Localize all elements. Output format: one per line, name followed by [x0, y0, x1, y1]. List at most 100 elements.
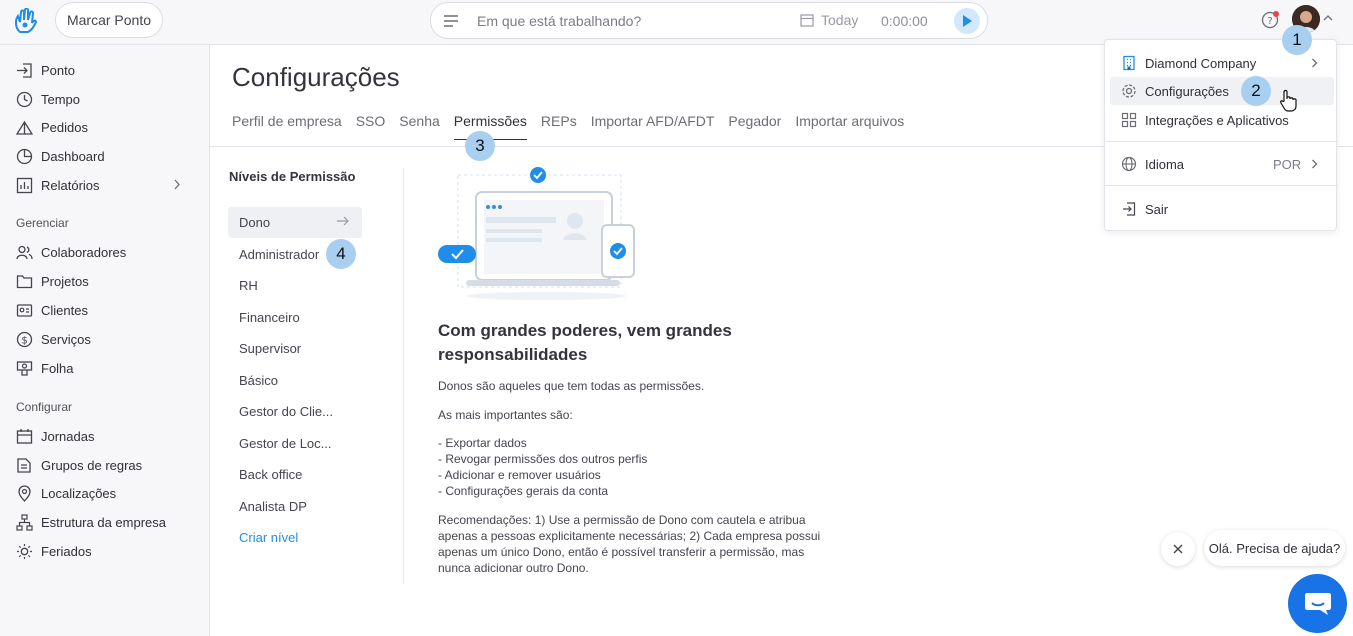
- sidebar-item-label: Serviços: [41, 331, 91, 347]
- card-icon: [16, 303, 33, 317]
- sidebar-item-feriados[interactable]: Feriados: [16, 540, 92, 562]
- calendar-icon[interactable]: [800, 13, 814, 27]
- sidebar-item-colaboradores[interactable]: Colaboradores: [16, 241, 126, 263]
- users-icon: [16, 245, 33, 259]
- user-dropdown-menu: Diamond Company Configurações Integraçõe…: [1104, 39, 1338, 231]
- help-icon[interactable]: ?: [1261, 11, 1279, 29]
- close-icon: [1173, 544, 1183, 554]
- chevron-up-icon[interactable]: [1323, 14, 1333, 21]
- level-item-analista-dp[interactable]: Analista DP: [239, 499, 307, 514]
- date-label[interactable]: Today: [821, 12, 858, 28]
- level-item-rh[interactable]: RH: [239, 278, 258, 293]
- create-level-link[interactable]: Criar nível: [239, 530, 298, 545]
- step-badge-3: 3: [465, 131, 495, 161]
- level-item-administrador[interactable]: Administrador: [239, 247, 319, 262]
- level-item-financeiro[interactable]: Financeiro: [239, 310, 300, 325]
- sidebar-item-grupos-de-regras[interactable]: Grupos de regras: [16, 454, 142, 476]
- tab-sso[interactable]: SSO: [356, 113, 386, 140]
- sidebar-item-relatorios[interactable]: Relatórios: [16, 174, 100, 196]
- sidebar-item-label: Dashboard: [41, 148, 105, 164]
- rules-icon: [17, 457, 31, 473]
- sidebar-item-jornadas[interactable]: Jornadas: [16, 425, 94, 447]
- time-tracker-bar: Em que está trabalhando? Today 0:00:00: [430, 2, 988, 39]
- chat-launcher-button[interactable]: [1288, 574, 1347, 633]
- detail-bullet: - Configurações gerais da conta: [438, 484, 609, 498]
- sidebar-item-label: Grupos de regras: [41, 457, 143, 473]
- chat-icon: [1304, 592, 1331, 615]
- detail-recommendation: Recomendações: 1) Use a permissão de Don…: [438, 513, 821, 575]
- step-badge-4: 4: [326, 239, 356, 269]
- level-item-gestor-local[interactable]: Gestor de Loc...: [239, 436, 332, 451]
- sidebar-item-dashboard[interactable]: Dashboard: [16, 145, 105, 167]
- chat-close-button[interactable]: [1161, 532, 1195, 566]
- clock-icon: [16, 91, 33, 107]
- tab-importar-afd[interactable]: Importar AFD/AFDT: [591, 113, 715, 140]
- level-item-dono[interactable]: Dono: [239, 215, 270, 230]
- org-icon: [16, 513, 33, 531]
- settings-tabs: Perfil de empresa SSO Senha Permissões R…: [232, 113, 904, 140]
- levels-divider: [403, 168, 404, 584]
- pie-chart-icon: [16, 148, 33, 164]
- detail-intro: Donos são aqueles que tem todas as permi…: [438, 379, 705, 393]
- step-badge-1: 1: [1282, 25, 1312, 55]
- svg-text:$: $: [21, 335, 27, 346]
- tab-reps[interactable]: REPs: [541, 113, 577, 140]
- detail-bullet: - Exportar dados: [438, 436, 527, 450]
- description-icon: [444, 15, 458, 27]
- menu-item-label: Configurações: [1145, 84, 1229, 99]
- sidebar-item-label: Jornadas: [41, 428, 95, 444]
- menu-item-idioma[interactable]: Idioma POR: [1105, 150, 1338, 178]
- sidebar-item-label: Localizações: [41, 485, 117, 501]
- dollar-icon: $: [16, 331, 33, 347]
- sidebar-item-clientes[interactable]: Clientes: [16, 299, 88, 321]
- grid-icon: [1121, 112, 1137, 128]
- menu-item-label: Idioma: [1145, 157, 1185, 172]
- level-item-supervisor[interactable]: Supervisor: [239, 341, 301, 356]
- sidebar-item-ponto[interactable]: Ponto: [16, 59, 75, 81]
- menu-item-integracoes[interactable]: Integrações e Aplicativos: [1105, 106, 1338, 134]
- menu-divider: [1105, 141, 1338, 142]
- sidebar-item-folha[interactable]: Folha: [16, 357, 74, 379]
- tab-importar-arquivos[interactable]: Importar arquivos: [795, 113, 904, 140]
- tracker-input[interactable]: Em que está trabalhando?: [477, 13, 641, 29]
- money-icon: [16, 360, 33, 376]
- tab-perfil-de-empresa[interactable]: Perfil de empresa: [232, 113, 342, 140]
- sun-icon: [17, 543, 32, 559]
- marcar-ponto-button[interactable]: Marcar Ponto: [55, 2, 163, 38]
- gear-icon: [1122, 84, 1136, 98]
- play-icon: [963, 15, 972, 27]
- chevron-right-icon: [1312, 58, 1318, 68]
- chevron-right-icon[interactable]: [173, 179, 181, 190]
- detail-important: As mais importantes são:: [438, 408, 573, 422]
- levels-title: Níveis de Permissão: [229, 169, 356, 184]
- menu-item-sair[interactable]: Sair: [1105, 195, 1338, 223]
- level-item-gestor-cliente[interactable]: Gestor do Clie...: [239, 404, 333, 419]
- folder-icon: [16, 274, 33, 288]
- sidebar-item-localizacoes[interactable]: Localizações: [16, 482, 116, 504]
- sidebar-item-label: Feriados: [41, 543, 92, 559]
- tab-pegador[interactable]: Pegador: [728, 113, 781, 140]
- menu-divider: [1105, 185, 1338, 186]
- menu-item-label: Diamond Company: [1145, 56, 1257, 71]
- sidebar-item-pedidos[interactable]: Pedidos: [16, 116, 88, 138]
- tab-senha[interactable]: Senha: [399, 113, 439, 140]
- sidebar-item-estrutura-da-empresa[interactable]: Estrutura da empresa: [16, 511, 166, 533]
- level-item-back-office[interactable]: Back office: [239, 467, 302, 482]
- globe-icon: [1121, 156, 1137, 172]
- bar-chart-icon: [16, 177, 33, 193]
- sidebar-item-label: Ponto: [41, 62, 75, 78]
- sidebar-item-tempo[interactable]: Tempo: [16, 88, 80, 110]
- language-value: POR: [1273, 157, 1302, 172]
- chat-greeting[interactable]: Olá. Precisa de ajuda?: [1204, 530, 1345, 566]
- detail-heading: Com grandes poderes, vem grandes respons…: [438, 321, 732, 364]
- sidebar-item-label: Relatórios: [41, 177, 100, 193]
- sidebar-item-label: Projetos: [41, 273, 89, 289]
- sidebar-item-servicos[interactable]: $ Serviços: [16, 328, 91, 350]
- clockify-logo-icon[interactable]: [12, 8, 38, 34]
- level-item-basico[interactable]: Básico: [239, 373, 278, 388]
- arrow-right-icon: [337, 216, 349, 226]
- menu-item-configuracoes[interactable]: Configurações: [1110, 77, 1334, 105]
- section-configurar: Configurar: [16, 400, 73, 414]
- sidebar-item-projetos[interactable]: Projetos: [16, 270, 89, 292]
- start-timer-button[interactable]: [954, 8, 980, 34]
